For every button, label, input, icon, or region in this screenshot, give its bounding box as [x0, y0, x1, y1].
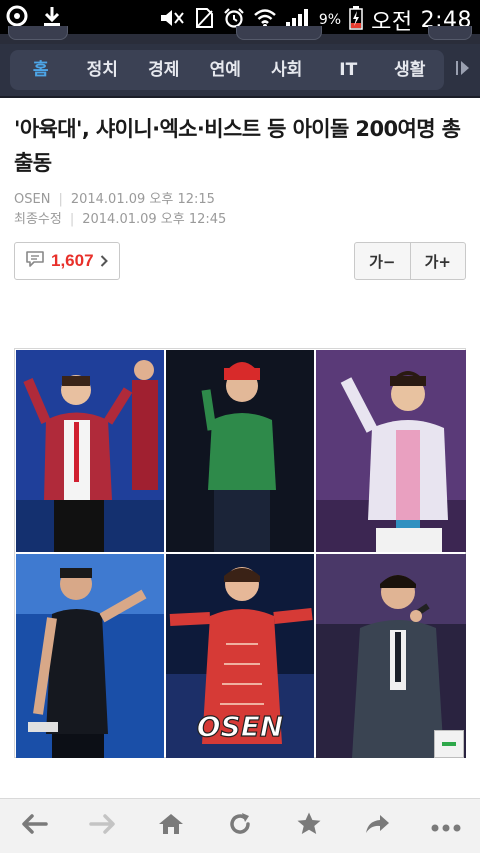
meta-divider: | — [69, 212, 75, 227]
article-published-date: 2014.01.09 오후 12:15 — [70, 192, 215, 207]
more-button[interactable] — [421, 801, 471, 851]
browser-toolbar — [0, 798, 480, 853]
battery-percent: 9% — [318, 12, 342, 28]
address-bar-remnant — [0, 26, 480, 44]
nav-more-button[interactable] — [446, 50, 480, 90]
article-photo[interactable]: OSEN — [14, 348, 466, 758]
article-title: '아육대', 샤이니·엑소·비스트 등 아이돌 200여명 총출동 — [14, 117, 461, 175]
minus-icon — [442, 742, 456, 746]
forward-icon — [89, 813, 117, 839]
nav-item-home[interactable]: 홈 — [10, 50, 72, 90]
bookmark-button[interactable] — [284, 801, 334, 851]
nav-item-it[interactable]: IT — [318, 50, 380, 90]
photo-cell-3 — [316, 350, 466, 552]
chevron-right-icon — [100, 252, 108, 271]
meta-divider: | — [58, 192, 63, 207]
font-decrease-button[interactable]: 가− — [355, 243, 410, 279]
back-button[interactable] — [9, 801, 59, 851]
nav-item-economy[interactable]: 경제 — [133, 50, 195, 90]
article-modified-label: 최종수정 — [14, 212, 62, 227]
more-icon — [431, 817, 461, 836]
photo-cell-6 — [316, 554, 466, 758]
nav-item-life[interactable]: 생활 — [379, 50, 441, 90]
home-button[interactable] — [146, 801, 196, 851]
back-icon — [20, 813, 49, 839]
category-nav: 홈 정치 경제 연예 사회 IT 생활 — [0, 44, 480, 98]
share-icon — [363, 812, 391, 840]
comment-count: 1,607 — [51, 251, 94, 270]
browser-tab-left[interactable] — [8, 26, 68, 40]
refresh-button[interactable] — [215, 801, 265, 851]
browser-tab-center[interactable] — [236, 26, 322, 40]
no-sim-icon — [193, 7, 215, 33]
comments-button[interactable]: 1,607 — [14, 242, 120, 280]
mute-icon — [159, 7, 185, 33]
browser-tab-right[interactable] — [428, 26, 472, 40]
photo-cell-5: OSEN — [166, 554, 314, 758]
photo-cell-1 — [16, 350, 164, 552]
nav-item-entertainment[interactable]: 연예 — [195, 50, 257, 90]
bookmark-star-icon — [296, 811, 322, 841]
refresh-icon — [227, 811, 253, 841]
photo-cell-2 — [166, 350, 314, 552]
article-source[interactable]: OSEN — [14, 192, 50, 207]
play-arrow-icon — [456, 60, 470, 80]
forward-button[interactable] — [78, 801, 128, 851]
share-button[interactable] — [352, 801, 402, 851]
font-increase-button[interactable]: 가+ — [409, 243, 466, 279]
osen-watermark: OSEN — [197, 710, 284, 743]
battery-charging-icon — [349, 6, 363, 34]
photo-zoom-button[interactable] — [434, 730, 464, 758]
article-modified-date: 2014.01.09 오후 12:45 — [82, 212, 227, 227]
article-modified-line: 최종수정 | 2014.01.09 오후 12:45 — [14, 208, 226, 227]
photo-cell-4 — [16, 554, 164, 758]
nav-item-politics[interactable]: 정치 — [72, 50, 134, 90]
status-carrier: 오전 — [371, 10, 413, 35]
font-size-controls: 가− 가+ — [354, 242, 466, 280]
comment-bubble-icon — [25, 250, 45, 272]
article-published-line: OSEN | 2014.01.09 오후 12:15 — [14, 188, 215, 207]
nav-item-society[interactable]: 사회 — [256, 50, 318, 90]
home-icon — [157, 812, 185, 840]
